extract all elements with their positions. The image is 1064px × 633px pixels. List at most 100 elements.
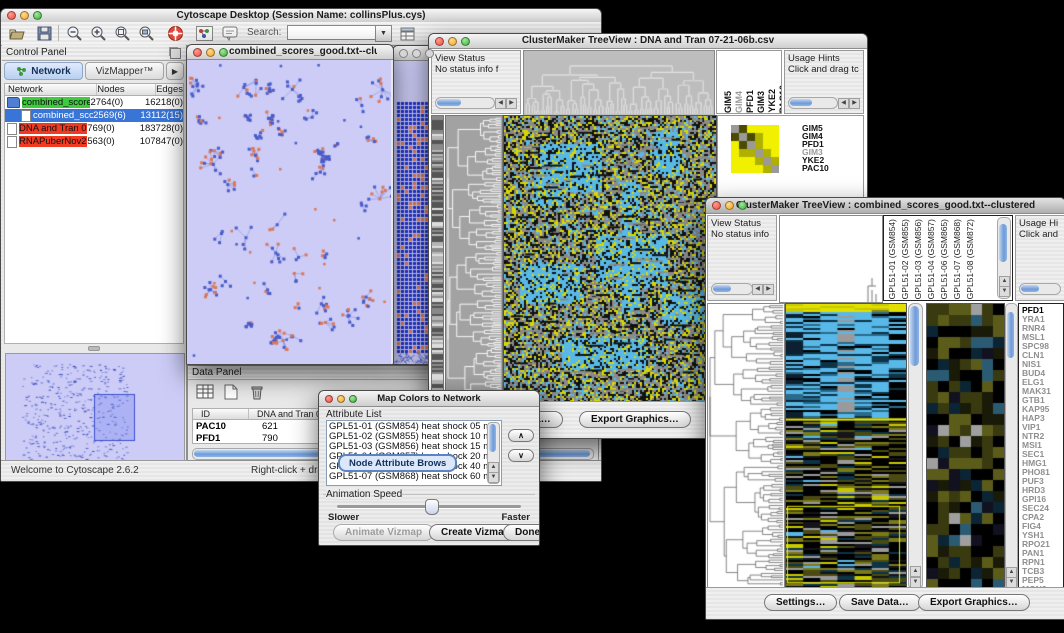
search-dropdown-icon[interactable]: ▼ xyxy=(375,25,392,42)
network-overview[interactable] xyxy=(5,353,185,467)
tv2-collabel-scrollbar[interactable]: ▲ ▼ xyxy=(997,217,1011,299)
move-down-button[interactable]: ∨ xyxy=(508,449,534,462)
tv1-row-dendrogram[interactable] xyxy=(445,115,503,404)
close-button[interactable] xyxy=(193,48,202,57)
scroll-down-arrow[interactable]: ▼ xyxy=(999,286,1010,297)
vizmap-icon[interactable] xyxy=(193,24,215,43)
dialog-titlebar[interactable]: Map Colors to Network xyxy=(319,391,539,407)
scroll-right-arrow[interactable]: ▶ xyxy=(506,98,517,109)
scroll-thumb[interactable] xyxy=(1021,285,1039,292)
tv1-status-scrollbar[interactable] xyxy=(435,97,495,109)
scroll-thumb[interactable] xyxy=(489,424,496,452)
trash-icon[interactable] xyxy=(246,382,268,401)
zoom-in-icon[interactable] xyxy=(87,24,109,43)
tv2-gene-scrollbar[interactable]: ▲ ▼ xyxy=(1005,303,1018,590)
divider-handle[interactable] xyxy=(4,346,184,351)
minimize-button[interactable] xyxy=(20,11,29,20)
help-icon[interactable] xyxy=(164,24,186,43)
minimize-button[interactable] xyxy=(412,49,421,58)
close-button[interactable] xyxy=(712,201,721,210)
slider-thumb[interactable] xyxy=(425,499,439,515)
tv2-column-dendrogram[interactable] xyxy=(779,215,883,303)
node-attribute-browser-tab[interactable]: Node Attribute Brows xyxy=(338,454,457,472)
attribute-list-item[interactable]: GPL51-07 (GSM868) heat shock 60 min xyxy=(329,472,487,482)
save-data-button[interactable]: Save Data… xyxy=(839,594,921,611)
settings-button[interactable]: Settings… xyxy=(764,594,837,611)
tab-network[interactable]: Network xyxy=(4,62,83,80)
export-graphics-button[interactable]: Export Graphics… xyxy=(579,411,691,428)
zoom-button[interactable] xyxy=(33,11,42,20)
tv1-column-dendrogram[interactable] xyxy=(523,50,715,116)
close-button[interactable] xyxy=(325,395,333,403)
network-table-row[interactable]: DNA and Tran 07769(0)183728(0) xyxy=(5,122,183,135)
minimize-button[interactable] xyxy=(206,48,215,57)
col-network[interactable]: Network xyxy=(5,84,97,95)
data-id-cell: PAC10 xyxy=(193,421,252,432)
animate-vizmap-button[interactable]: Animate Vizmap xyxy=(333,524,434,541)
done-button[interactable]: Done xyxy=(503,524,540,541)
tab-vizmapper[interactable]: VizMapper™ xyxy=(85,62,164,80)
scroll-up-arrow[interactable]: ▲ xyxy=(910,566,921,577)
column-label: PAC10 xyxy=(778,85,782,113)
minimize-button[interactable] xyxy=(337,395,345,403)
scroll-thumb[interactable] xyxy=(790,99,812,106)
export-graphics-button[interactable]: Export Graphics… xyxy=(918,594,1030,611)
col-edges[interactable]: Edges xyxy=(156,84,183,95)
scroll-thumb[interactable] xyxy=(910,306,919,366)
treeview2-titlebar[interactable]: ClusterMaker TreeView : combined_scores_… xyxy=(706,198,1064,214)
main-titlebar[interactable]: Cytoscape Desktop (Session Name: collins… xyxy=(1,9,601,23)
zoom-button[interactable] xyxy=(461,37,470,46)
tv2-usage-scrollbar[interactable] xyxy=(1019,283,1061,295)
tv2-heatmap-scrollbar[interactable]: ▲ ▼ xyxy=(908,303,923,590)
minimize-button[interactable] xyxy=(448,37,457,46)
row-label: PAC10 xyxy=(802,164,829,172)
close-button[interactable] xyxy=(399,49,408,58)
tv1-usage-scrollbar[interactable] xyxy=(788,97,838,109)
zoom-out-icon[interactable] xyxy=(63,24,85,43)
zoom-button[interactable] xyxy=(425,49,434,58)
zoom-fit-icon[interactable] xyxy=(135,24,157,43)
table-mode-icon[interactable] xyxy=(194,382,216,401)
scroll-thumb[interactable] xyxy=(437,99,461,106)
table-icon[interactable] xyxy=(397,24,419,43)
doc-icon xyxy=(7,136,17,148)
treeview1-titlebar[interactable]: ClusterMaker TreeView : DNA and Tran 07-… xyxy=(429,34,867,49)
float-panel-icon[interactable] xyxy=(170,48,181,59)
close-button[interactable] xyxy=(7,11,16,20)
network-table-row[interactable]: combined_sco2569(6)13112(15) xyxy=(5,109,183,122)
network-table-row[interactable]: RNAPuberNov2+563(0)107847(0) xyxy=(5,135,183,148)
new-attribute-icon[interactable] xyxy=(220,382,242,401)
zoom-button[interactable] xyxy=(219,48,228,57)
tv2-row-dendrogram[interactable] xyxy=(707,303,785,588)
scroll-thumb[interactable] xyxy=(1007,312,1014,358)
network-table-row[interactable]: combined_scores2764(0)16218(0) xyxy=(5,96,183,109)
minimize-button[interactable] xyxy=(725,201,734,210)
scroll-left-arrow[interactable]: ◀ xyxy=(752,284,763,295)
annotation-icon[interactable] xyxy=(219,24,241,43)
tv1-heatmap[interactable] xyxy=(503,115,717,404)
data-col-id[interactable]: ID xyxy=(193,409,249,419)
scroll-right-arrow[interactable]: ▶ xyxy=(849,98,860,109)
move-up-button[interactable]: ∧ xyxy=(508,429,534,442)
tv2-status-scrollbar[interactable] xyxy=(711,283,753,295)
attribute-list-scrollbar[interactable]: ▲ ▼ xyxy=(487,422,500,484)
animation-slider[interactable] xyxy=(337,505,521,508)
network-front-titlebar[interactable]: combined_scores_good.txt--cluste… xyxy=(187,45,393,60)
scroll-left-arrow[interactable]: ◀ xyxy=(838,98,849,109)
scroll-thumb[interactable] xyxy=(999,224,1007,262)
save-icon[interactable] xyxy=(33,24,55,43)
scroll-thumb[interactable] xyxy=(713,285,731,292)
scroll-right-arrow[interactable]: ▶ xyxy=(763,284,774,295)
scroll-left-arrow[interactable]: ◀ xyxy=(495,98,506,109)
search-input[interactable] xyxy=(287,25,377,40)
zoom-button[interactable] xyxy=(349,395,357,403)
zoom-selected-icon[interactable] xyxy=(111,24,133,43)
tv2-heatmap[interactable] xyxy=(785,303,907,588)
tab-overflow-arrow[interactable]: ▶ xyxy=(166,62,184,80)
open-icon[interactable] xyxy=(7,24,29,43)
scroll-down-arrow[interactable]: ▼ xyxy=(488,472,499,483)
col-nodes[interactable]: Nodes xyxy=(97,84,156,95)
close-button[interactable] xyxy=(435,37,444,46)
zoom-button[interactable] xyxy=(738,201,747,210)
network-view[interactable] xyxy=(187,60,391,364)
